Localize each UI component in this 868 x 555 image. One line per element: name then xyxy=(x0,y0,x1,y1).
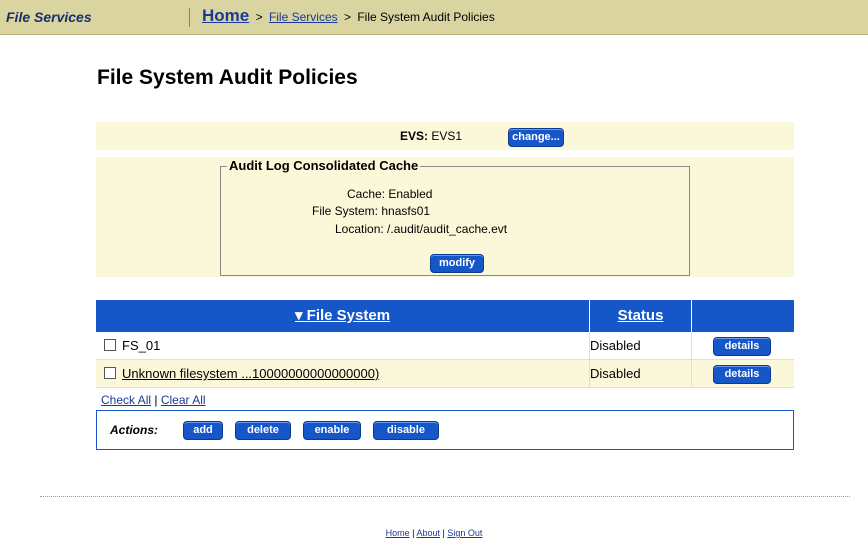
details-button[interactable]: details xyxy=(713,365,771,384)
change-evs-button[interactable]: change... xyxy=(508,128,564,147)
table-header: ▾ File System Status xyxy=(96,300,794,332)
evs-label-key: EVS: xyxy=(400,129,429,143)
footer-home-link[interactable]: Home xyxy=(386,528,410,538)
check-links-separator: | xyxy=(154,393,158,407)
cache-fs-value: hnasfs01 xyxy=(381,204,431,218)
table-row: Unknown filesystem ...10000000000000000)… xyxy=(96,360,794,388)
evs-label: EVS: EVS1 xyxy=(400,129,462,143)
file-system-cell: Unknown filesystem ...10000000000000000) xyxy=(104,366,379,381)
top-bar: File Services Home > File Services > Fil… xyxy=(0,0,868,35)
breadcrumb-current: File System Audit Policies xyxy=(357,10,495,24)
column-divider xyxy=(691,360,692,387)
row-checkbox[interactable] xyxy=(104,339,116,351)
actions-bar: Actions: add delete enable disable xyxy=(96,410,794,450)
check-all-link[interactable]: Check All xyxy=(101,393,151,407)
cache-location-label: Location: xyxy=(335,222,384,236)
breadcrumb-separator: > xyxy=(255,10,263,24)
add-button[interactable]: add xyxy=(183,421,223,440)
cache-fs-label: File System: xyxy=(312,204,379,218)
cache-status: Cache: Enabled xyxy=(347,187,432,201)
actions-label: Actions: xyxy=(110,423,158,437)
footer-divider xyxy=(40,496,850,497)
file-system-table: ▾ File System Status FS_01 Disabled deta… xyxy=(96,300,794,450)
page-title: File System Audit Policies xyxy=(97,66,358,89)
file-system-name: FS_01 xyxy=(122,338,161,353)
evs-row: EVS: EVS1 change... xyxy=(96,122,794,150)
check-controls: Check All | Clear All xyxy=(96,388,794,410)
enable-button[interactable]: enable xyxy=(303,421,361,440)
breadcrumb: Home > File Services > File System Audit… xyxy=(202,6,495,26)
details-button[interactable]: details xyxy=(713,337,771,356)
clear-all-link[interactable]: Clear All xyxy=(161,393,206,407)
evs-value: EVS1 xyxy=(431,129,463,143)
header-divider xyxy=(189,8,190,27)
cache-status-label: Cache: xyxy=(347,187,386,201)
disable-button[interactable]: disable xyxy=(373,421,439,440)
cache-location: Location: /.audit/audit_cache.evt xyxy=(335,222,507,236)
column-header-file-system-label: File System xyxy=(306,307,391,324)
delete-button[interactable]: delete xyxy=(235,421,291,440)
cache-location-value: /.audit/audit_cache.evt xyxy=(387,222,508,236)
audit-cache-fieldset: Audit Log Consolidated Cache Cache: Enab… xyxy=(220,158,690,276)
file-system-name[interactable]: Unknown filesystem ...10000000000000000) xyxy=(122,366,379,381)
modify-cache-button[interactable]: modify xyxy=(430,254,484,273)
row-checkbox[interactable] xyxy=(104,367,116,379)
status-cell: Disabled xyxy=(590,366,641,381)
sort-desc-icon: ▾ xyxy=(294,307,303,324)
check-links: Check All | Clear All xyxy=(101,393,206,407)
footer: Home | About | Sign Out xyxy=(0,528,868,538)
footer-about-link[interactable]: About xyxy=(416,528,440,538)
app-title: File Services xyxy=(6,9,92,25)
audit-cache-legend: Audit Log Consolidated Cache xyxy=(227,158,421,173)
footer-separator: | xyxy=(412,528,415,538)
column-header-status[interactable]: Status xyxy=(590,300,692,332)
table-row: FS_01 Disabled details xyxy=(96,332,794,360)
breadcrumb-file-services-link[interactable]: File Services xyxy=(269,10,338,24)
footer-sign-out-link[interactable]: Sign Out xyxy=(447,528,482,538)
column-divider xyxy=(691,332,692,359)
cache-file-system: File System: hnasfs01 xyxy=(312,204,430,218)
cache-status-value: Enabled xyxy=(388,187,433,201)
column-header-file-system[interactable]: ▾ File System xyxy=(96,300,590,332)
audit-cache-panel: Audit Log Consolidated Cache Cache: Enab… xyxy=(96,157,794,277)
footer-separator: | xyxy=(442,528,445,538)
breadcrumb-home-link[interactable]: Home xyxy=(202,6,249,25)
file-system-cell: FS_01 xyxy=(104,338,160,353)
breadcrumb-separator: > xyxy=(343,10,351,24)
status-cell: Disabled xyxy=(590,338,641,353)
